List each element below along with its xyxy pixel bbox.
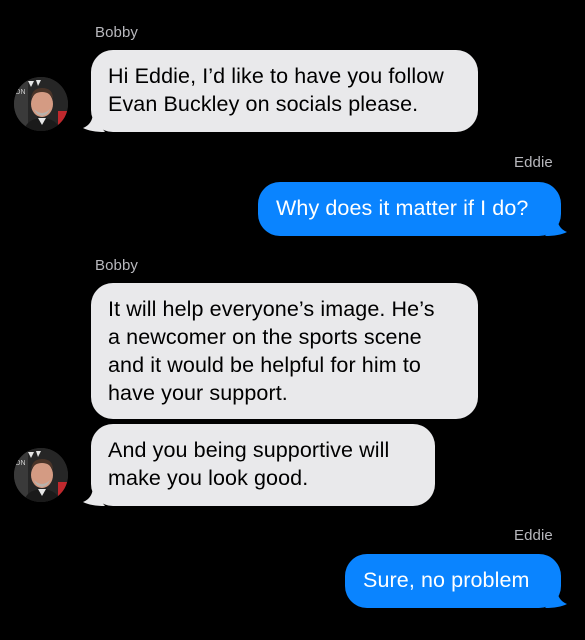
sender-name-bobby: Bobby	[95, 24, 139, 41]
message-text: Hi Eddie, I’d like to have you follow Ev…	[108, 64, 444, 116]
sender-name-bobby: Bobby	[95, 257, 139, 274]
contact-avatar[interactable]: ON	[14, 448, 68, 502]
message-bubble-incoming[interactable]: It will help everyone’s image. He’s a ne…	[91, 283, 478, 419]
message-bubble-incoming[interactable]: Hi Eddie, I’d like to have you follow Ev…	[91, 50, 478, 132]
svg-text:ON: ON	[15, 89, 26, 96]
message-bubble-incoming[interactable]: And you being supportive will make you l…	[91, 424, 435, 506]
message-text: It will help everyone’s image. He’s a ne…	[108, 297, 435, 405]
message-text: And you being supportive will make you l…	[108, 438, 390, 490]
sender-name-eddie: Eddie	[514, 154, 553, 171]
sender-name-eddie: Eddie	[514, 527, 553, 544]
message-text: Sure, no problem	[363, 568, 530, 592]
contact-photo-icon: ON	[14, 77, 68, 131]
message-bubble-outgoing[interactable]: Why does it matter if I do?	[258, 182, 561, 236]
contact-avatar[interactable]: ON	[14, 77, 68, 131]
message-text: Why does it matter if I do?	[276, 196, 529, 220]
svg-text:ON: ON	[15, 460, 26, 467]
message-bubble-outgoing[interactable]: Sure, no problem	[345, 554, 561, 608]
contact-photo-icon: ON	[14, 448, 68, 502]
